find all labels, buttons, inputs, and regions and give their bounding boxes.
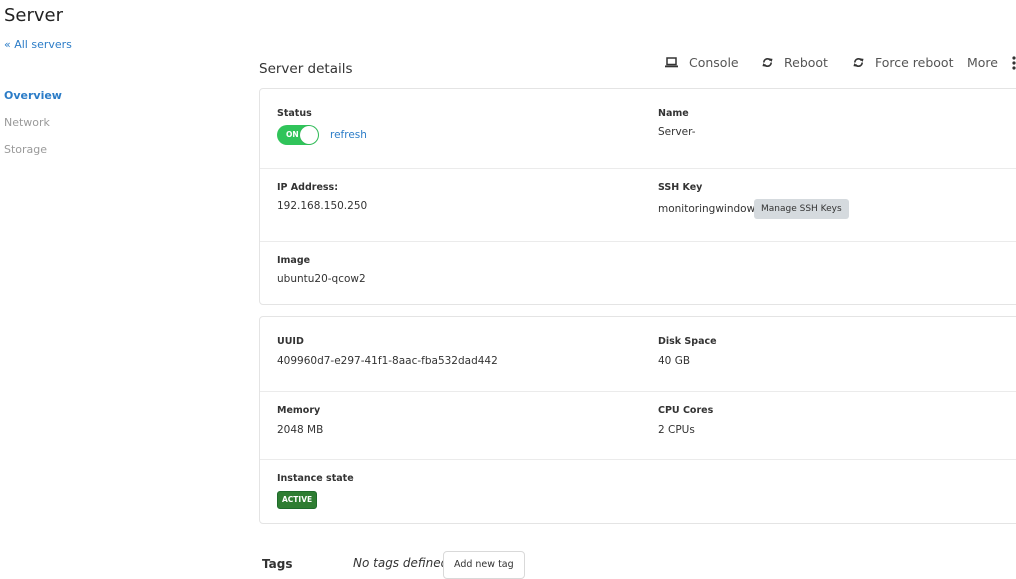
add-new-tag-button[interactable]: Add new tag xyxy=(443,551,525,579)
resources-row: Memory 2048 MB CPU Cores 2 CPUs xyxy=(260,391,1016,460)
console-button[interactable]: Console xyxy=(665,55,739,70)
laptop-icon xyxy=(665,57,678,68)
status-badge: ACTIVE xyxy=(277,491,318,509)
force-reboot-button[interactable]: Force reboot xyxy=(853,55,953,70)
uuid-row: UUID 409960d7-e297-41f1-8aac-fba532dad44… xyxy=(260,317,1016,391)
disk-space-value: 40 GB xyxy=(658,355,691,367)
status-label: Status xyxy=(277,108,312,119)
section-title: Server details xyxy=(259,61,353,77)
server-details-card: Status ON refresh Name Server- IP Addres… xyxy=(259,88,1016,305)
status-row: Status ON refresh Name Server- xyxy=(260,89,1016,168)
more-menu-button[interactable]: More xyxy=(967,55,1016,70)
image-row: Image ubuntu20-qcow2 xyxy=(260,241,1016,305)
all-servers-link[interactable]: « All servers xyxy=(4,38,72,51)
refresh-icon xyxy=(762,57,773,68)
force-reboot-label: Force reboot xyxy=(875,55,954,70)
reboot-button[interactable]: Reboot xyxy=(762,55,828,70)
server-specs-card: UUID 409960d7-e297-41f1-8aac-fba532dad44… xyxy=(259,316,1016,524)
reboot-label: Reboot xyxy=(784,55,828,70)
refresh-link[interactable]: refresh xyxy=(330,129,367,141)
sidebar-item-storage[interactable]: Storage xyxy=(4,143,47,156)
disk-space-label: Disk Space xyxy=(658,336,717,347)
page-title: Server xyxy=(4,5,64,26)
name-value: Server- xyxy=(658,126,696,138)
image-value: ubuntu20-qcow2 xyxy=(277,273,366,285)
toggle-knob xyxy=(300,126,318,144)
manage-ssh-keys-button[interactable]: Manage SSH Keys xyxy=(754,199,849,219)
console-label: Console xyxy=(689,55,739,70)
sidebar-item-overview[interactable]: Overview xyxy=(4,89,62,102)
refresh-icon xyxy=(853,57,864,68)
more-label: More xyxy=(967,55,998,70)
no-tags-text: No tags defined xyxy=(353,556,449,570)
ip-value: 192.168.150.250 xyxy=(277,200,368,212)
kebab-icon xyxy=(1012,55,1016,70)
memory-label: Memory xyxy=(277,405,321,416)
name-label: Name xyxy=(658,108,689,119)
ssh-key-label: SSH Key xyxy=(658,182,703,193)
cpu-cores-label: CPU Cores xyxy=(658,405,714,416)
status-toggle[interactable]: ON xyxy=(277,125,319,145)
tags-title: Tags xyxy=(262,557,293,571)
toggle-on-text: ON xyxy=(286,130,299,139)
uuid-value: 409960d7-e297-41f1-8aac-fba532dad442 xyxy=(277,355,498,367)
uuid-label: UUID xyxy=(277,336,304,347)
instance-state-row: Instance state ACTIVE xyxy=(260,459,1016,524)
ip-label: IP Address: xyxy=(277,182,338,193)
ssh-key-value: monitoringwindows xyxy=(658,203,761,215)
instance-state-label: Instance state xyxy=(277,473,354,484)
sidebar-item-network[interactable]: Network xyxy=(4,116,50,129)
cpu-cores-value: 2 CPUs xyxy=(658,424,695,436)
network-row: IP Address: 192.168.150.250 SSH Key moni… xyxy=(260,168,1016,242)
image-label: Image xyxy=(277,255,311,266)
memory-value: 2048 MB xyxy=(277,424,324,436)
